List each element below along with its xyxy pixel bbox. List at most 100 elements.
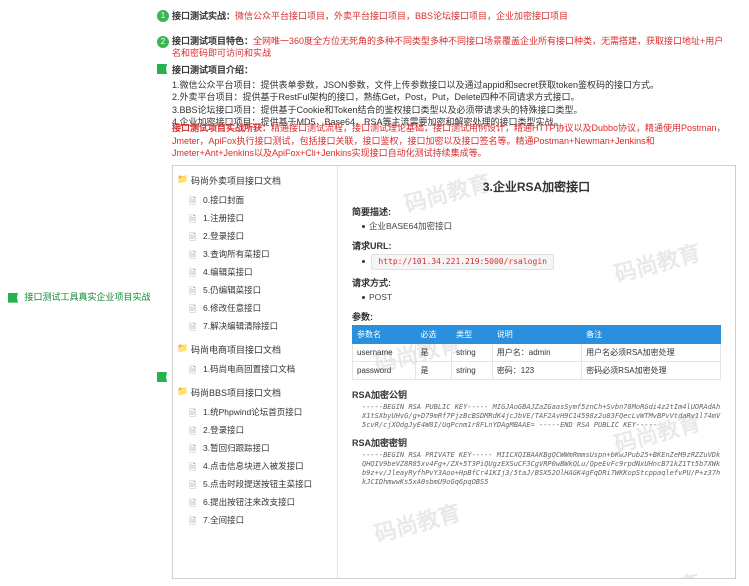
url-value[interactable]: http://101.34.221.219:5000/rsalogin <box>371 254 554 270</box>
label: 接口测试项目实战所获： <box>172 123 271 133</box>
bullet-icon <box>362 260 365 263</box>
sidebar-heading[interactable]: 码尚外卖项目接口文档 <box>173 170 337 191</box>
file-icon <box>189 478 198 488</box>
sidebar-item[interactable]: 7.全间接口 <box>173 511 337 529</box>
td: 密码：123 <box>492 361 581 379</box>
sidebar: 码尚外卖项目接口文档 0.接口封面 1.注册接口 2.登录接口 3.查询所有菜接… <box>173 166 338 578</box>
sidebar-item[interactable]: 5.点击时段提送按钮主菜接口 <box>173 475 337 493</box>
sidebar-group: 码尚外卖项目接口文档 0.接口封面 1.注册接口 2.登录接口 3.查询所有菜接… <box>173 166 337 335</box>
sidebar-item[interactable]: 1.码尚电商回置接口文档 <box>173 360 337 378</box>
file-icon <box>189 496 198 506</box>
sidebar-item[interactable]: 2.登录接口 <box>173 421 337 439</box>
table-header-row: 参数名 必选 类型 说明 备注 <box>353 325 721 343</box>
item-label: 5.仍编辑菜接口 <box>203 285 261 295</box>
item-label: 5.点击时段提送按钮主菜接口 <box>203 479 312 489</box>
sidebar-item[interactable]: 4.点击信息块进入被发接口 <box>173 457 337 475</box>
desc-text: 企业BASE64加密接口 <box>362 220 721 233</box>
pubkey-label: RSA加密公钥 <box>352 388 721 401</box>
method-label: 请求方式: <box>352 276 721 289</box>
td: 用户名：admin <box>492 343 581 361</box>
item-label: 6.修改任意接口 <box>203 303 261 313</box>
intro-item: 3.BBS论坛接口项目：提供基于Cookie和Token结合的鉴权接口类型以及必… <box>172 104 732 117</box>
sidebar-item[interactable]: 1.注册接口 <box>173 209 337 227</box>
sidebar-group: 码尚电商项目接口文档 1.码尚电商回置接口文档 <box>173 335 337 378</box>
intro-line-2: 接口测试项目特色：全网唯一360度全方位无死角的多种不同类型多种不同接口场景覆盖… <box>172 35 732 60</box>
params-table: 参数名 必选 类型 说明 备注 username 是 string 用户名：ad… <box>352 325 721 380</box>
file-icon <box>189 460 198 470</box>
td: 是 <box>416 361 452 379</box>
privkey-text: -----BEGIN RSA PRIVATE KEY----- MIICXQIB… <box>362 451 721 487</box>
label: 接口测试实战： <box>172 11 235 21</box>
heading-label: 码尚外卖项目接口文档 <box>191 176 281 186</box>
main-panel: 码尚教育 码尚教育 码尚教育 码尚教育 码尚教育 码尚教育 码尚教育 码尚教育 … <box>172 165 736 579</box>
td: username <box>353 343 416 361</box>
item-label: 1.码尚电商回置接口文档 <box>203 364 295 374</box>
params-label: 参数: <box>352 310 721 323</box>
page-title: 3.企业RSA加密接口 <box>352 178 721 195</box>
sidebar-item[interactable]: 6.修改任意接口 <box>173 299 337 317</box>
file-icon <box>189 194 198 204</box>
td: 密码必须RSA加密处理 <box>582 361 721 379</box>
content-area: 3.企业RSA加密接口 简要描述: 企业BASE64加密接口 请求URL: ht… <box>338 166 735 578</box>
th: 说明 <box>492 325 581 343</box>
file-icon <box>189 424 198 434</box>
bullet-2: 2 <box>157 36 169 48</box>
legend: 接口测试工具真实企业项目实战 <box>8 290 151 303</box>
sidebar-item[interactable]: 1.统Phpwind论坛首页接口 <box>173 403 337 421</box>
method-value: POST <box>369 292 392 302</box>
text: 全网唯一360度全方位无死角的多种不同类型多种不同接口场景覆盖企业所有接口种类，… <box>172 36 723 59</box>
privkey-label: RSA加密密钥 <box>352 436 721 449</box>
file-icon <box>189 212 198 222</box>
sidebar-item[interactable]: 2.登录接口 <box>173 227 337 245</box>
file-icon <box>189 230 198 240</box>
td: password <box>353 361 416 379</box>
item-label: 3.查询所有菜接口 <box>203 249 270 259</box>
sidebar-item[interactable]: 3.暂回归跟踪接口 <box>173 439 337 457</box>
method-row: POST <box>362 291 721 304</box>
label: 接口测试项目特色： <box>172 36 253 46</box>
bullet-1: 1 <box>157 10 169 22</box>
bullet-icon <box>362 225 365 228</box>
table-row: username 是 string 用户名：admin 用户名必须RSA加密处理 <box>353 343 721 361</box>
sidebar-item[interactable]: 5.仍编辑菜接口 <box>173 281 337 299</box>
heading-label: 码尚BBS项目接口文档 <box>191 388 281 398</box>
text: 企业BASE64加密接口 <box>369 221 452 231</box>
item-label: 6.提出按钮注来改支接口 <box>203 497 295 507</box>
sidebar-item[interactable]: 3.查询所有菜接口 <box>173 245 337 263</box>
folder-icon <box>177 174 187 184</box>
heading-label: 码尚电商项目接口文档 <box>191 345 281 355</box>
td: 用户名必须RSA加密处理 <box>582 343 721 361</box>
td: string <box>452 343 493 361</box>
legend-label: 接口测试工具真实企业项目实战 <box>25 292 151 302</box>
td: string <box>452 361 493 379</box>
intro-item: 1.微信公众平台项目：提供表单参数，JSON参数，文件上传参数接口以及通过app… <box>172 79 732 92</box>
item-label: 7.解决编辑清除接口 <box>203 321 278 331</box>
top-block: 接口测试实战：微信公众平台接口项目，外卖平台接口项目，BBS论坛接口项目，企业加… <box>172 10 732 72</box>
th: 必选 <box>416 325 452 343</box>
flag-icon <box>8 293 18 303</box>
folder-icon <box>177 343 187 353</box>
item-label: 2.登录接口 <box>203 425 244 435</box>
intro-item: 2.外卖平台项目：提供基于RestFul架构的接口，熟练Get，Post，Put… <box>172 91 732 104</box>
sidebar-item[interactable]: 6.提出按钮注来改支接口 <box>173 493 337 511</box>
sidebar-item[interactable]: 4.编辑菜接口 <box>173 263 337 281</box>
red-summary: 接口测试项目实战所获：精通接口测试流程，接口测试理论基础，接口测试用例设计，精通… <box>172 122 732 160</box>
url-row: http://101.34.221.219:5000/rsalogin <box>362 254 721 270</box>
file-icon <box>189 248 198 258</box>
sidebar-item[interactable]: 0.接口封面 <box>173 191 337 209</box>
th: 参数名 <box>353 325 416 343</box>
file-icon <box>189 284 198 294</box>
sidebar-heading[interactable]: 码尚电商项目接口文档 <box>173 339 337 360</box>
item-label: 4.点击信息块进入被发接口 <box>203 461 304 471</box>
sidebar-heading[interactable]: 码尚BBS项目接口文档 <box>173 382 337 403</box>
file-icon <box>189 266 198 276</box>
file-icon <box>189 302 198 312</box>
intro-block: 接口测试项目介绍： 1.微信公众平台项目：提供表单参数，JSON参数，文件上传参… <box>172 64 732 129</box>
file-icon <box>189 442 198 452</box>
text: 微信公众平台接口项目，外卖平台接口项目，BBS论坛接口项目，企业加密接口项目 <box>235 11 568 21</box>
th: 备注 <box>582 325 721 343</box>
file-icon <box>189 363 198 373</box>
item-label: 1.注册接口 <box>203 213 244 223</box>
file-icon <box>189 406 198 416</box>
sidebar-item[interactable]: 7.解决编辑清除接口 <box>173 317 337 335</box>
